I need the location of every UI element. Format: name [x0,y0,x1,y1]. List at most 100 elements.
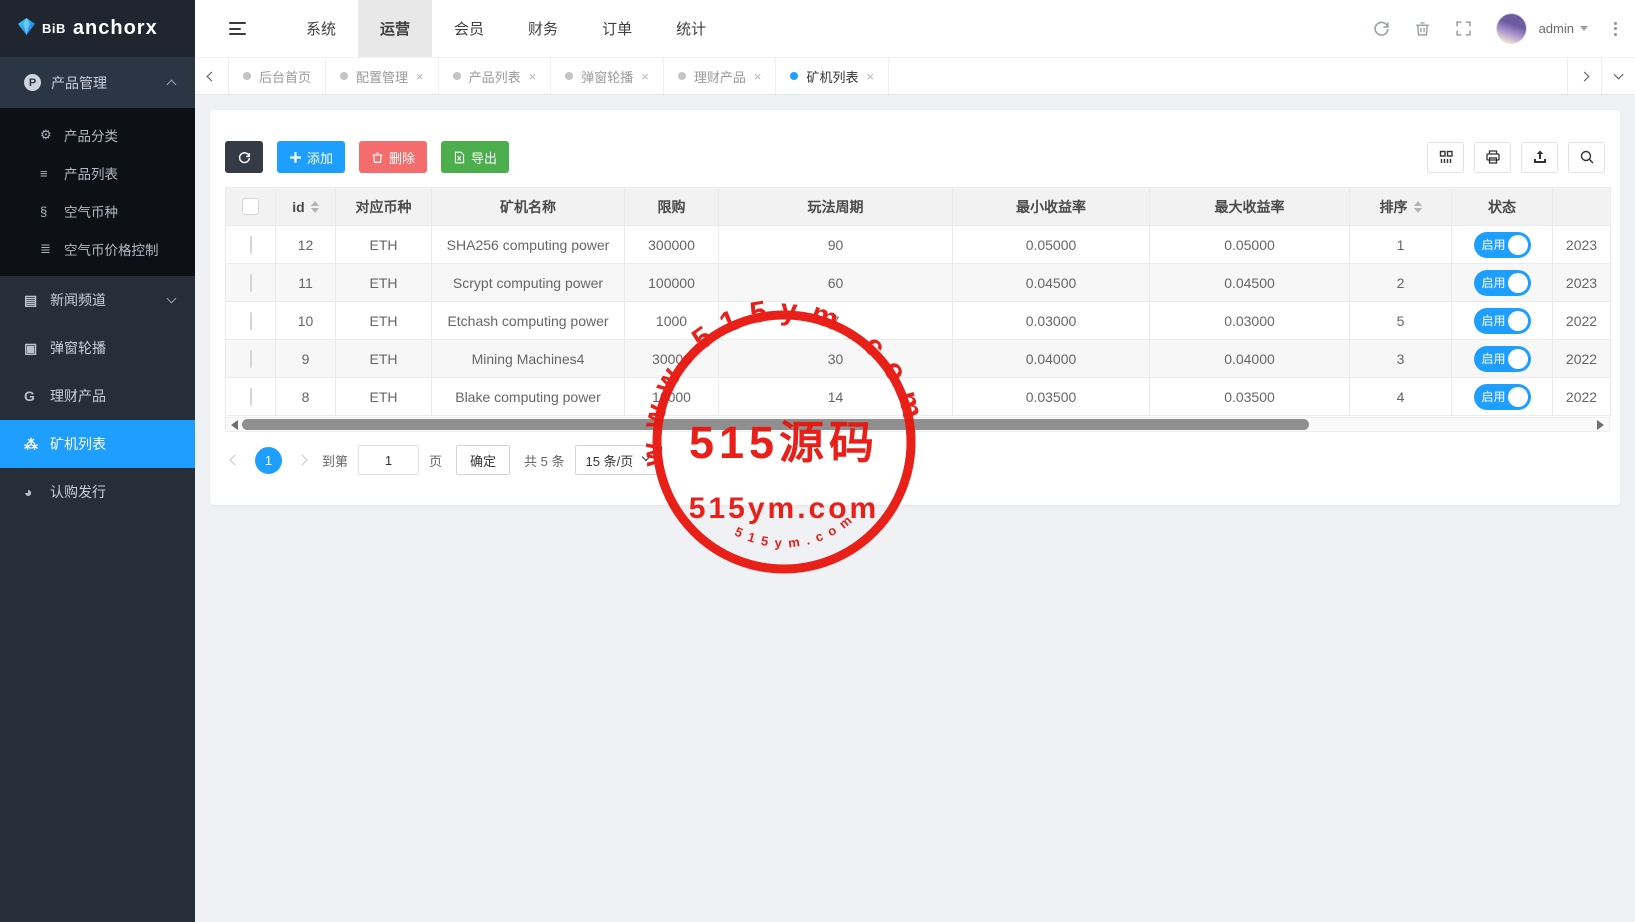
export-data-button[interactable] [1521,142,1558,173]
sidebar-item-air-coin-price[interactable]: ≣空气币价格控制 [0,230,195,268]
tab-miner-list[interactable]: 矿机列表× [776,58,889,94]
refresh-icon[interactable] [1373,20,1390,37]
status-toggle[interactable]: 启用 [1474,308,1531,334]
column-header-sort[interactable]: 排序 [1350,188,1452,226]
trash-icon[interactable] [1414,20,1431,37]
tab-dot-icon [453,72,461,80]
sort-icon[interactable] [311,201,319,213]
scrollbar-thumb[interactable] [242,419,1309,430]
cell-name: SHA256 computing power [432,226,625,264]
goto-suffix-label: 页 [429,451,442,470]
goto-page-input[interactable] [358,445,419,475]
delete-button[interactable]: 删除 [359,141,427,173]
tabs-scroll-right-button[interactable] [1567,58,1601,94]
close-icon[interactable]: × [754,70,762,83]
cell-check [226,264,276,302]
sidebar-item-label: 矿机列表 [50,434,106,454]
page-number-button[interactable]: 1 [255,447,282,474]
top-nav-item-order[interactable]: 订单 [580,0,654,57]
columns-toggle-button[interactable] [1427,142,1464,173]
fullscreen-icon[interactable] [1455,20,1472,37]
sidebar-group-product-manage[interactable]: P产品管理 [0,57,195,108]
close-icon[interactable]: × [529,70,537,83]
cell-id: 8 [276,378,336,416]
sidebar-item-air-coin-type[interactable]: §空气币种 [0,192,195,230]
cell-status: 启用 [1452,340,1553,378]
cell-check [226,226,276,264]
row-checkbox[interactable] [250,312,252,330]
row-checkbox[interactable] [250,388,252,406]
next-page-button[interactable] [292,456,312,464]
cell-created: 2022 [1553,302,1611,340]
table-row: 8ETHBlake computing power10000140.035000… [226,378,1611,416]
sidebar-item-product-category[interactable]: ⚙产品分类 [0,116,195,154]
more-menu-icon[interactable] [1612,20,1619,38]
sidebar-item-finance-product[interactable]: G理财产品 [0,372,195,420]
tab-config-manage[interactable]: 配置管理 × [326,58,439,94]
tabs-dropdown-button[interactable] [1601,58,1635,94]
main-area: 系统运营会员财务订单统计 [195,0,1635,922]
scroll-left-arrow[interactable] [231,420,238,430]
sidebar-item-news-channel[interactable]: ▤新闻频道 [0,276,195,324]
top-nav-item-finance[interactable]: 财务 [506,0,580,57]
cell-coin: ETH [336,226,432,264]
sort-icon[interactable] [1414,201,1422,213]
tab-label: 配置管理 [356,67,408,86]
brand-logo[interactable]: BiB anchorx [0,0,195,57]
topbar-actions: admin [1373,13,1619,44]
sidebar-item-product-list[interactable]: ≡产品列表 [0,154,195,192]
chevron-down-icon [167,294,177,304]
row-checkbox[interactable] [250,274,252,292]
status-toggle[interactable]: 启用 [1474,270,1531,296]
search-button[interactable] [1568,142,1605,173]
top-nav-item-member[interactable]: 会员 [432,0,506,57]
row-checkbox[interactable] [250,236,252,254]
top-nav-item-operation[interactable]: 运营 [358,0,432,57]
tab-home[interactable]: 后台首页 [229,58,326,94]
sidebar-item-subscribe-issue[interactable]: ◕认购发行 [0,468,195,516]
status-toggle[interactable]: 启用 [1474,384,1531,410]
tab-finance-product[interactable]: 理财产品× [664,58,777,94]
page-size-select[interactable]: 15 条/页 [575,445,661,475]
sidebar-item-label: 认购发行 [50,482,106,502]
column-header-coin: 对应币种 [336,188,432,226]
sidebar-menu: P产品管理 ⚙产品分类≡产品列表§空气币种≣空气币价格控制 ▤新闻频道▣弹窗轮播G理… [0,57,195,516]
column-header-period: 玩法周期 [719,188,953,226]
user-avatar[interactable] [1496,13,1527,44]
cell-coin: ETH [336,264,432,302]
table-tools [1427,142,1605,173]
row-checkbox[interactable] [250,350,252,368]
cell-period: 90 [719,226,953,264]
close-icon[interactable]: × [416,70,424,83]
user-menu[interactable]: admin [1539,21,1588,36]
status-toggle[interactable]: 启用 [1474,346,1531,372]
column-header-id[interactable]: id [276,188,336,226]
cell-max_rate: 0.03500 [1150,378,1350,416]
status-toggle[interactable]: 启用 [1474,232,1531,258]
print-button[interactable] [1474,142,1511,173]
export-button[interactable]: 导出 [441,141,509,173]
prev-page-button[interactable] [225,456,245,464]
tab-popup-carousel[interactable]: 弹窗轮播× [551,58,664,94]
scroll-right-arrow[interactable] [1597,420,1604,430]
scrollbar-track[interactable] [242,419,1593,430]
sidebar-item-label: 产品分类 [64,125,118,145]
top-nav-item-stats[interactable]: 统计 [654,0,728,57]
sidebar-item-miner-list[interactable]: ⁂矿机列表 [0,420,195,468]
tabs-scroll-left-button[interactable] [195,58,229,94]
tab-product-list[interactable]: 产品列表× [439,58,552,94]
sidebar-item-popup-carousel[interactable]: ▣弹窗轮播 [0,324,195,372]
cell-limit: 1000 [625,302,719,340]
sidebar-toggle-icon[interactable] [229,22,246,35]
select-all-checkbox[interactable] [242,198,259,215]
brand-short: BiB [42,21,66,36]
add-button[interactable]: 添加 [277,141,345,173]
plus-icon [289,151,302,164]
close-icon[interactable]: × [641,70,649,83]
cell-sort: 2 [1350,264,1452,302]
refresh-button[interactable] [225,141,263,173]
close-icon[interactable]: × [866,70,874,83]
miner-table: id对应币种矿机名称限购玩法周期最小收益率最大收益率排序状态 12ETHSHA2… [225,187,1611,416]
top-nav-item-system[interactable]: 系统 [284,0,358,57]
confirm-button[interactable]: 确定 [456,445,510,475]
